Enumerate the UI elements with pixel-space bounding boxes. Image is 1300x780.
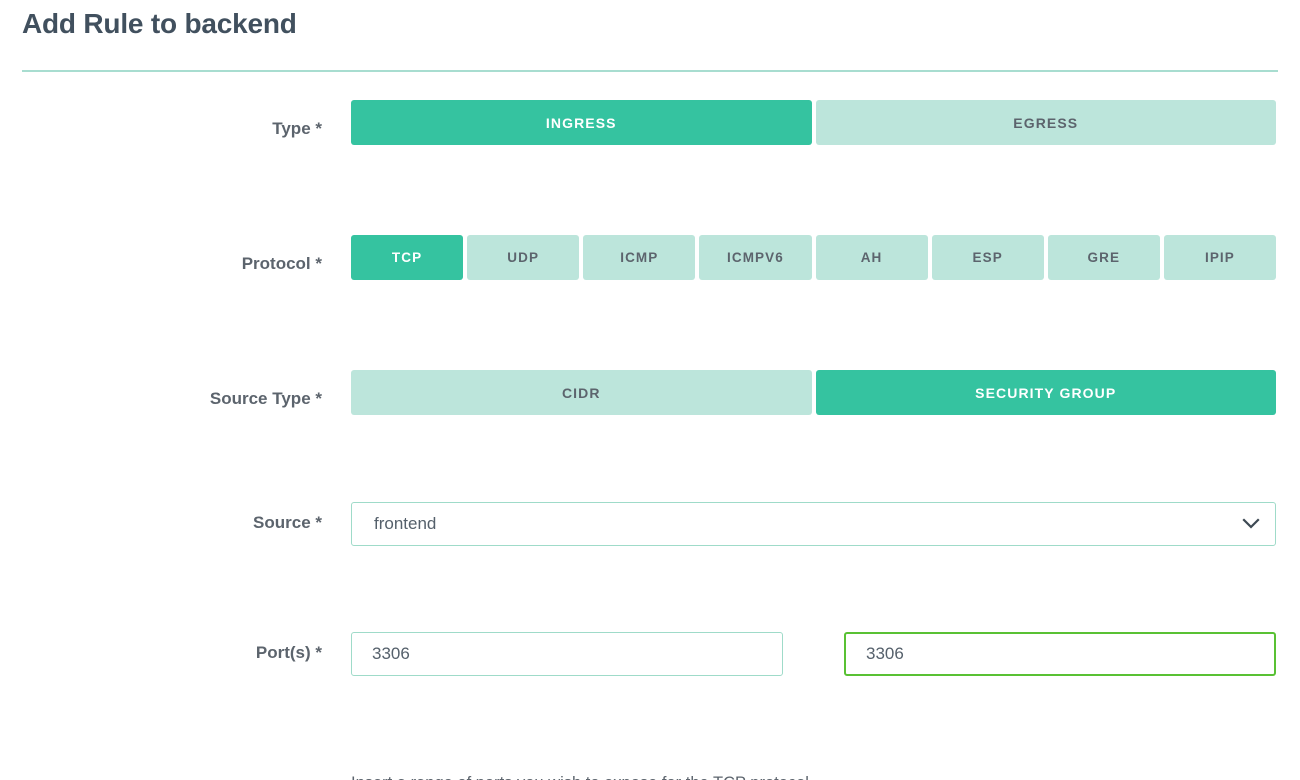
source-type-option-cidr[interactable]: CIDR [351, 370, 812, 415]
type-control: INGRESS EGRESS [351, 100, 1276, 145]
protocol-option-udp[interactable]: UDP [467, 235, 580, 280]
protocol-option-ipip[interactable]: IPIP [1163, 235, 1276, 280]
protocol-option-icmp[interactable]: ICMP [583, 235, 696, 280]
protocol-option-esp[interactable]: ESP [931, 235, 1044, 280]
source-type-option-security-group[interactable]: SECURITY GROUP [815, 370, 1276, 415]
title-divider [22, 70, 1278, 72]
add-rule-page: Add Rule to backend Type * INGRESS EGRES… [0, 0, 1300, 780]
port-to-input[interactable] [844, 632, 1276, 676]
label-type: Type * [272, 119, 322, 138]
add-rule-form: Type * INGRESS EGRESS Protocol * TCP UDP… [0, 100, 1300, 780]
source-select-wrapper: frontend [351, 502, 1276, 546]
type-option-ingress[interactable]: INGRESS [351, 100, 812, 145]
label-ports: Port(s) * [255, 643, 322, 662]
form-row-ports-hint: Insert a range of ports you wish to expo… [0, 768, 1300, 780]
ports-control [351, 632, 1276, 676]
protocol-control: TCP UDP ICMP ICMPV6 AH ESP GRE IPIP [351, 235, 1276, 280]
source-type-segmented-group: CIDR SECURITY GROUP [351, 370, 1276, 415]
ports-inputs [351, 632, 1276, 676]
form-row-ports: Port(s) * [0, 632, 1300, 692]
protocol-option-gre[interactable]: GRE [1047, 235, 1160, 280]
form-row-source: Source * frontend [0, 502, 1300, 562]
label-source: Source * [253, 513, 322, 532]
protocol-option-icmpv6[interactable]: ICMPV6 [699, 235, 812, 280]
source-control: frontend [351, 502, 1276, 546]
label-protocol: Protocol * [241, 254, 322, 273]
port-from-input[interactable] [351, 632, 783, 676]
form-row-source-type: Source Type * CIDR SECURITY GROUP [0, 370, 1300, 430]
protocol-segmented-group: TCP UDP ICMP ICMPV6 AH ESP GRE IPIP [351, 235, 1276, 280]
page-title: Add Rule to backend [22, 8, 297, 39]
source-select[interactable]: frontend [351, 502, 1276, 546]
type-segmented-group: INGRESS EGRESS [351, 100, 1276, 145]
label-source-type: Source Type * [209, 389, 322, 408]
form-row-protocol: Protocol * TCP UDP ICMP ICMPV6 AH ESP GR… [0, 235, 1300, 295]
ports-hint-line-1: Insert a range of ports you wish to expo… [351, 768, 1276, 780]
source-type-control: CIDR SECURITY GROUP [351, 370, 1276, 415]
type-option-egress[interactable]: EGRESS [815, 100, 1276, 145]
ports-hint: Insert a range of ports you wish to expo… [351, 768, 1276, 780]
protocol-option-ah[interactable]: AH [815, 235, 928, 280]
protocol-option-tcp[interactable]: TCP [351, 235, 464, 280]
form-row-type: Type * INGRESS EGRESS [0, 100, 1300, 160]
